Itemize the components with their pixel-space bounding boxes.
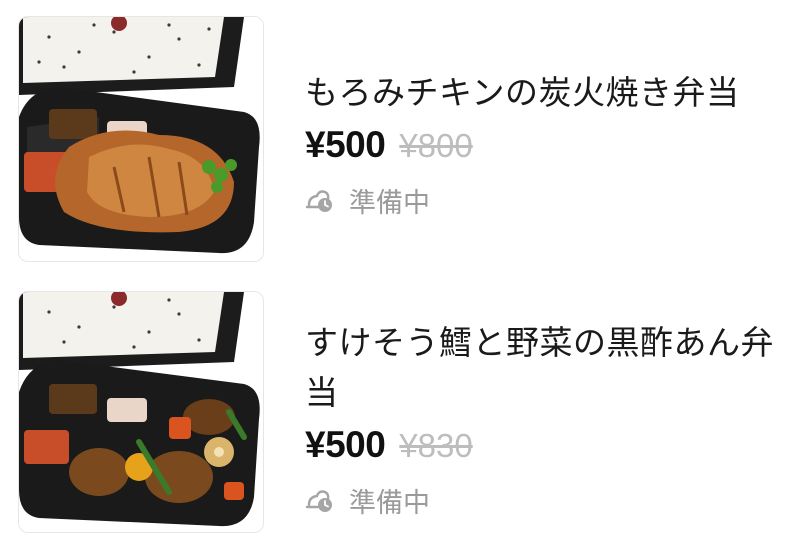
item-name[interactable]: もろみチキンの炭火焼き弁当 [305,68,780,118]
product-image-cod-bento[interactable] [18,291,264,533]
product-image-chicken-bento[interactable] [18,16,264,262]
sale-price: ¥500 [305,424,386,465]
menu-item-card[interactable]: もろみチキンの炭火焼き弁当 ¥500 ¥800 準備中 [0,0,800,270]
sale-price: ¥500 [305,124,386,165]
status-text: 準備中 [349,487,430,519]
status-text: 準備中 [349,187,430,219]
price-row: ¥500 ¥800 [305,124,780,176]
bento-illustration [19,292,263,532]
original-price: ¥830 [399,427,473,464]
bento-illustration [19,17,263,261]
price-row: ¥500 ¥830 [305,424,780,476]
item-info: すけそう鱈と野菜の黒酢あん弁当 ¥500 ¥830 準備中 [305,318,780,520]
preparing-clock-icon [305,185,335,215]
menu-item-card[interactable]: すけそう鱈と野菜の黒酢あん弁当 ¥500 ¥830 準備中 [0,285,800,540]
item-info: もろみチキンの炭火焼き弁当 ¥500 ¥800 準備中 [305,68,780,220]
item-name[interactable]: すけそう鱈と野菜の黒酢あん弁当 [305,318,780,418]
preparing-clock-icon [305,485,335,515]
status-row: 準備中 [305,480,780,520]
original-price: ¥800 [399,127,473,164]
status-row: 準備中 [305,180,780,220]
